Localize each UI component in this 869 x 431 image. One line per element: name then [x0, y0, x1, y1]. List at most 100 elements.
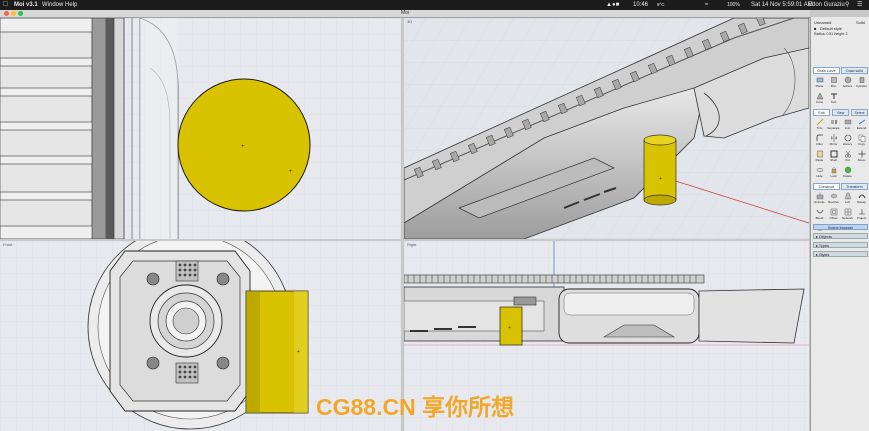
tab-draw-solid[interactable]: Draw solid — [841, 67, 868, 74]
mirror-icon — [830, 134, 837, 142]
cmd-cut[interactable]: Cut — [841, 150, 854, 164]
style-swatch-icon[interactable]: ■ — [814, 26, 816, 31]
cmd-extrude[interactable]: Extrude — [813, 192, 826, 206]
apple-icon[interactable]:  — [3, 0, 8, 10]
cmd-history[interactable]: History — [841, 134, 854, 148]
sweep-icon — [858, 194, 865, 199]
cmd-text[interactable]: Text — [827, 92, 840, 106]
menu-user[interactable]: Edon Guraziu — [808, 0, 845, 10]
menu-app[interactable]: Moi v3.1 — [14, 0, 38, 10]
tab-edit[interactable]: Edit — [813, 109, 830, 116]
section-styles[interactable]: ▸ Styles — [813, 251, 868, 257]
viewport-label-right[interactable]: Right — [407, 242, 416, 247]
svg-text:+: + — [508, 325, 511, 331]
status-icons: ▲●■ — [606, 2, 620, 8]
menu-temp: 9°C — [657, 2, 665, 7]
network-icon — [844, 208, 851, 216]
lock-icon — [831, 167, 836, 174]
tab-construct[interactable]: Construct — [813, 183, 840, 190]
cmd-separate[interactable]: Separate — [827, 118, 840, 132]
menu-bar:  Moi v3.1 Window Help ▲●■ 10:46 9°C ≈ 1… — [0, 0, 869, 10]
delete-icon — [844, 166, 851, 174]
extrude-icon — [816, 192, 823, 200]
object-details: Radius: 0.51 Height: 2 — [814, 32, 848, 36]
cmd-paste[interactable]: Paste — [813, 150, 826, 164]
sphere-icon — [844, 76, 851, 84]
cmd-loft[interactable]: Loft — [841, 192, 854, 206]
section-types[interactable]: ▸ Types — [813, 242, 868, 248]
menu-window[interactable]: Window — [42, 0, 63, 10]
project-icon — [858, 209, 865, 215]
shell-icon — [830, 150, 837, 158]
cmd-revolve[interactable]: Revolve — [827, 192, 840, 206]
cmd-shell[interactable]: Shell — [827, 150, 840, 164]
loft-icon — [844, 192, 851, 200]
cut-icon — [844, 150, 851, 158]
object-type: Solid — [856, 20, 865, 25]
viewport-label-3d[interactable]: 3D — [407, 19, 412, 24]
tab-view[interactable]: View — [832, 109, 849, 116]
wifi-icon[interactable]: ≈ — [705, 0, 708, 10]
join-icon — [844, 119, 851, 125]
cmd-offset[interactable]: Offset — [827, 208, 840, 222]
revolve-icon — [830, 193, 837, 199]
list-icon[interactable]: ☰ — [857, 0, 862, 10]
cmd-mirror[interactable]: Mirror — [827, 134, 840, 148]
cmd-extend[interactable]: Extend — [855, 118, 868, 132]
cmd-box[interactable]: Box — [827, 76, 840, 90]
search-icon[interactable]: ⚲ — [845, 0, 849, 10]
svg-text:+: + — [297, 349, 300, 355]
cmd-fillet[interactable]: Fillet — [813, 134, 826, 148]
cmd-hide[interactable]: Hide — [813, 166, 826, 180]
tab-transform[interactable]: Transform — [841, 183, 868, 190]
scene-browser-button[interactable]: Scene browser — [813, 224, 868, 230]
cone-icon — [816, 92, 823, 100]
cmd-sweep[interactable]: Sweep — [855, 192, 868, 206]
cmd-lock[interactable]: Lock — [827, 166, 840, 180]
cmd-network[interactable]: Network — [841, 208, 854, 222]
viewport-perspective[interactable]: + 3D — [404, 18, 809, 239]
cmd-cone[interactable]: Cone — [813, 92, 826, 106]
box-icon — [830, 77, 837, 83]
tab-draw-curve[interactable]: Draw curve — [813, 67, 840, 74]
cmd-delete[interactable]: Delete — [841, 166, 854, 180]
top-view-canvas: + + — [0, 18, 401, 239]
extend-icon — [858, 119, 865, 125]
hide-icon — [816, 168, 823, 172]
cmd-move[interactable]: Move — [855, 150, 868, 164]
window-titlebar: Moi — [0, 10, 810, 18]
viewport-label-front[interactable]: Front — [3, 242, 12, 247]
cmd-join[interactable]: Join — [841, 118, 854, 132]
history-icon — [844, 134, 851, 142]
svg-text:+: + — [659, 176, 662, 182]
svg-text:+: + — [289, 169, 293, 175]
paste-icon — [816, 150, 823, 158]
menu-datetime[interactable]: Sat 14 Nov 5:59:01 AM — [751, 0, 813, 10]
cmd-cylinder[interactable]: Cylinder — [855, 76, 868, 90]
blend-icon — [816, 209, 823, 214]
viewport-top[interactable]: + + — [0, 18, 401, 239]
menu-help[interactable]: Help — [65, 0, 77, 10]
cylinder-icon — [859, 77, 864, 83]
cmd-copy[interactable]: Copy — [855, 134, 868, 148]
cmd-project[interactable]: Project — [855, 208, 868, 222]
object-style[interactable]: Default style — [820, 26, 842, 31]
watermark: CG88.CN 享你所想 — [316, 394, 515, 420]
svg-text:+: + — [241, 144, 245, 150]
fillet-icon — [816, 134, 823, 141]
menu-battery[interactable]: 100% — [727, 0, 740, 10]
separate-icon — [830, 120, 837, 124]
plane-icon — [816, 77, 823, 83]
object-name[interactable]: Unnamed — [814, 20, 831, 25]
cmd-blend[interactable]: Blend — [813, 208, 826, 222]
section-objects[interactable]: ▸ Objects — [813, 233, 868, 239]
cmd-plane[interactable]: Plane — [813, 76, 826, 90]
tab-select[interactable]: Select — [851, 109, 868, 116]
cmd-trim[interactable]: Trim — [813, 118, 826, 132]
trim-icon — [816, 118, 823, 126]
text-icon — [830, 93, 837, 99]
cmd-sphere[interactable]: Sphere — [841, 76, 854, 90]
move-icon — [858, 150, 865, 158]
window-title: Moi — [400, 10, 410, 16]
offset-icon — [830, 208, 837, 216]
